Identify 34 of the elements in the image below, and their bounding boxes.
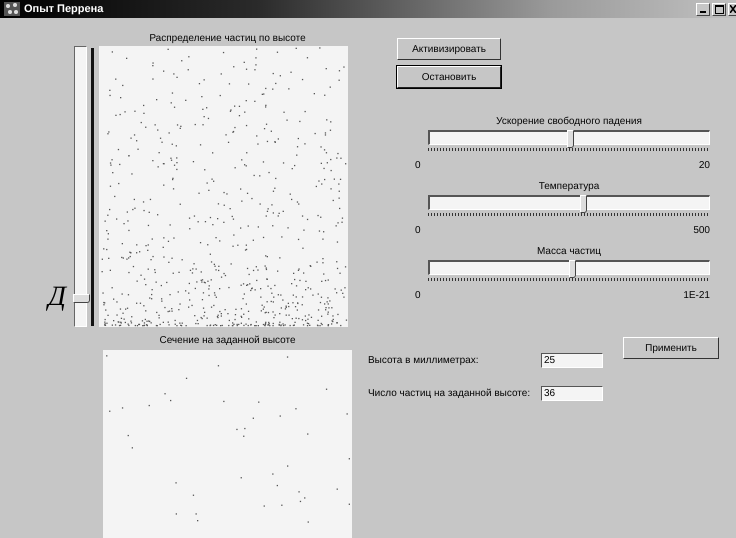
stop-button[interactable]: Остановить: [397, 66, 501, 88]
chart-title: Распределение частиц по высоте: [148, 32, 307, 45]
min-value: 0: [414, 159, 422, 173]
close-button[interactable]: [728, 2, 736, 16]
minimize-button[interactable]: [696, 2, 710, 16]
section-title: Сечение на заданной высоте: [158, 334, 297, 347]
app-icon: [4, 2, 20, 16]
height-label: Д: [45, 281, 68, 313]
maximize-button[interactable]: [712, 2, 726, 16]
max-value: 20: [698, 159, 710, 173]
input-field[interactable]: 36: [541, 386, 603, 401]
window-title: Опыт Перрена: [24, 3, 104, 15]
max-value: 1E-21: [682, 289, 710, 303]
maximize-icon: [714, 4, 724, 14]
min-value: 0: [414, 224, 422, 238]
slider-label: Ускорение свободного падения: [495, 115, 643, 129]
slider-track[interactable]: [428, 130, 710, 145]
field-label: Высота в миллиметрах:: [368, 355, 480, 366]
max-value: 500: [692, 224, 710, 238]
slider-thumb[interactable]: [566, 130, 574, 148]
slider-thumb[interactable]: [580, 195, 588, 213]
slider-thumb[interactable]: [73, 294, 90, 303]
close-icon: [730, 5, 736, 13]
slider-label: Масса частиц: [536, 245, 602, 259]
field-label: Число частиц на заданной высоте:: [368, 388, 532, 399]
slider-thumb[interactable]: [569, 260, 576, 278]
slider-track[interactable]: [428, 195, 710, 210]
height-slider[interactable]: [74, 46, 87, 327]
min-value: 0: [414, 289, 422, 303]
input-field[interactable]: 25: [541, 353, 603, 368]
slider-track[interactable]: [428, 260, 710, 275]
slider-label: Температура: [538, 180, 600, 194]
apply-button[interactable]: Применить: [623, 337, 719, 359]
activate-button[interactable]: Активизировать: [397, 38, 501, 60]
